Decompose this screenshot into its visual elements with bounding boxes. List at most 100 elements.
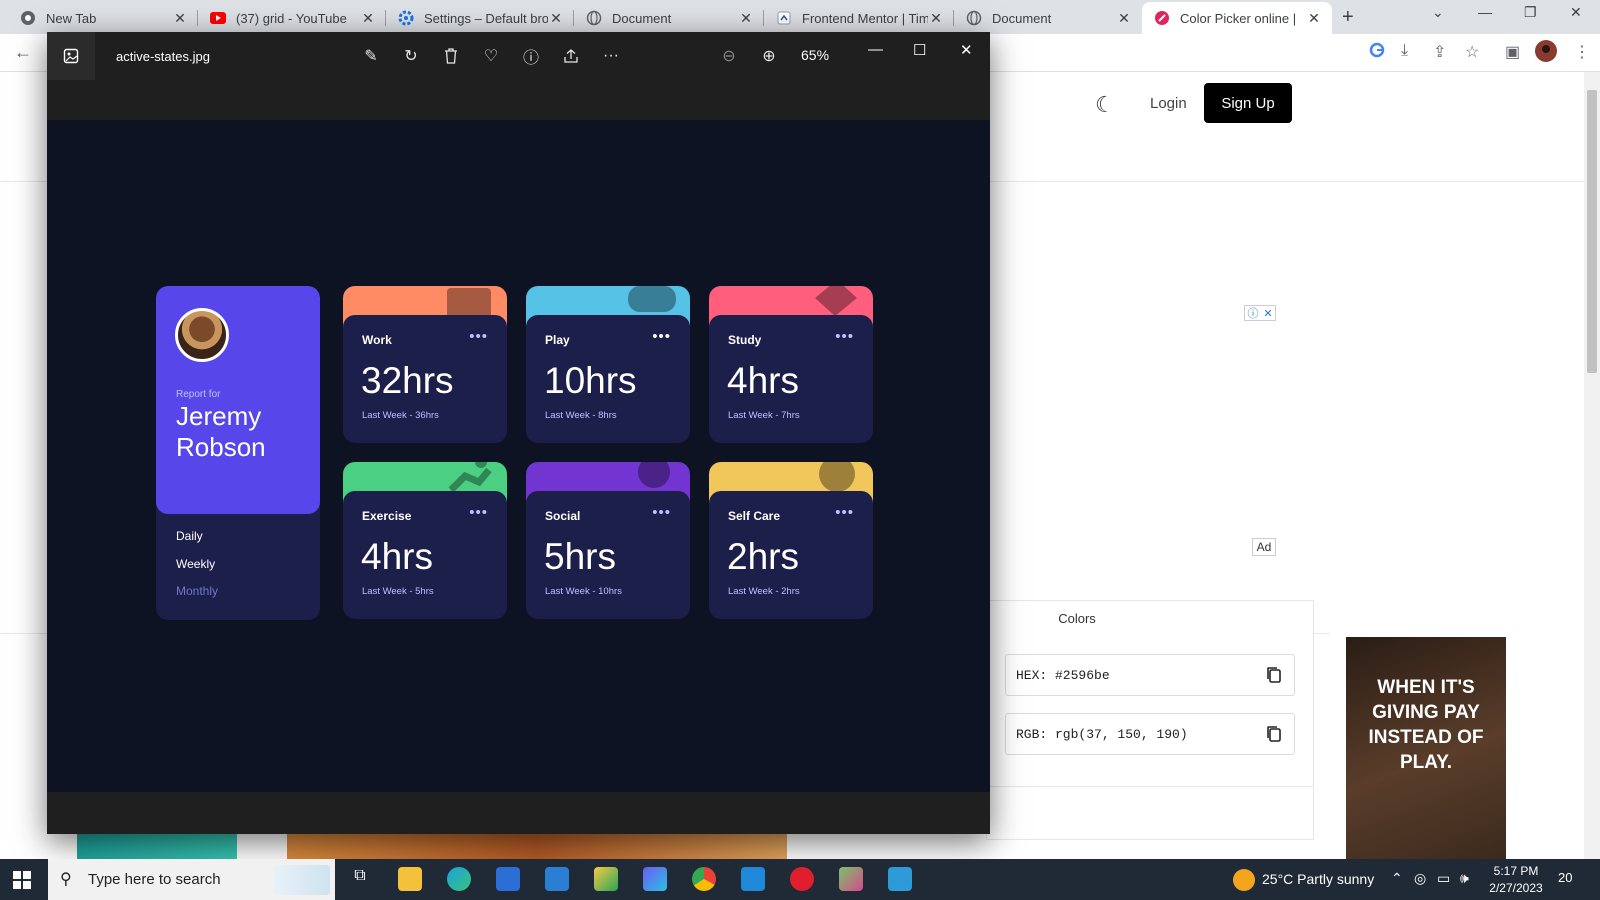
- vscode-icon[interactable]: [741, 867, 765, 891]
- rgb-value: RGB: rgb(37, 150, 190): [1016, 726, 1188, 742]
- activity-card-exercise[interactable]: Exercise ••• 4hrs Last Week - 5hrs: [343, 462, 507, 619]
- meet-icon[interactable]: ◎: [1414, 870, 1426, 887]
- tab-document[interactable]: Document ✕: [574, 2, 764, 34]
- card-label: Self Care: [728, 509, 781, 523]
- moon-icon[interactable]: ☾: [1095, 92, 1115, 118]
- period-daily[interactable]: Daily: [176, 529, 203, 543]
- tab-settings[interactable]: Settings – Default brow ✕: [386, 2, 574, 34]
- edge-icon[interactable]: [447, 867, 471, 891]
- close-icon[interactable]: ✕: [960, 41, 973, 59]
- ellipsis-menu-icon[interactable]: •••: [469, 328, 488, 345]
- chrome-taskbar-icon[interactable]: [692, 867, 716, 891]
- photos-app-icon[interactable]: [47, 32, 95, 80]
- period-monthly[interactable]: Monthly: [176, 584, 218, 598]
- activity-card-social[interactable]: Social ••• 5hrs Last Week - 10hrs: [526, 462, 690, 619]
- period-weekly[interactable]: Weekly: [176, 557, 215, 571]
- card-label: Social: [545, 509, 581, 523]
- activity-card-work[interactable]: Work ••• 32hrs Last Week - 36hrs: [343, 286, 507, 443]
- activity-card-self-care[interactable]: Self Care ••• 2hrs Last Week - 2hrs: [709, 462, 873, 619]
- activity-card-study[interactable]: Study ••• 4hrs Last Week - 7hrs: [709, 286, 873, 443]
- tab-frontend-mentor[interactable]: Frontend Mentor | Time ✕: [764, 2, 954, 34]
- copy-icon[interactable]: [1266, 666, 1282, 684]
- ellipsis-menu-icon[interactable]: •••: [652, 328, 671, 345]
- color-picker-icon: [1154, 10, 1170, 26]
- tab-color-picker[interactable]: Color Picker online | ✕: [1142, 2, 1332, 34]
- hex-value-field[interactable]: HEX: #2596be: [1005, 654, 1295, 696]
- share-icon[interactable]: ⇪: [1433, 42, 1446, 62]
- ad-choices-icon[interactable]: ⓘ ✕: [1244, 305, 1276, 321]
- rotate-icon[interactable]: ↻: [400, 45, 422, 67]
- copy-icon[interactable]: [1266, 725, 1282, 743]
- close-tab-icon[interactable]: ✕: [1116, 10, 1132, 27]
- globe-icon: [586, 10, 602, 26]
- profile-avatar-icon[interactable]: [1535, 40, 1557, 67]
- tab-new-tab[interactable]: New Tab ✕: [8, 2, 198, 34]
- edit-image-icon[interactable]: ✎: [360, 45, 382, 67]
- restore-icon[interactable]: ❐: [1524, 4, 1537, 21]
- show-hidden-icons-icon[interactable]: ⌃: [1391, 870, 1403, 887]
- notification-count[interactable]: 20: [1558, 870, 1572, 885]
- card-body: Work ••• 32hrs Last Week - 36hrs: [343, 315, 507, 443]
- weather-text[interactable]: 25°C Partly sunny: [1262, 871, 1374, 887]
- close-tab-icon[interactable]: ✕: [738, 10, 754, 27]
- card-label: Work: [362, 333, 392, 347]
- search-placeholder: Type here to search: [88, 871, 221, 888]
- close-tab-icon[interactable]: ✕: [360, 10, 376, 27]
- login-link[interactable]: Login: [1150, 95, 1187, 112]
- info-icon[interactable]: ⓘ: [520, 45, 542, 67]
- tab-youtube[interactable]: (37) grid - YouTube ✕: [198, 2, 386, 34]
- activity-card-play[interactable]: Play ••• 10hrs Last Week - 8hrs: [526, 286, 690, 443]
- side-panel-icon[interactable]: ▣: [1505, 42, 1520, 62]
- thumbnail-image[interactable]: [77, 833, 237, 859]
- ellipsis-menu-icon[interactable]: •••: [835, 328, 854, 345]
- store-icon[interactable]: [496, 867, 520, 891]
- taskbar-search-box[interactable]: ⚲ Type here to search: [48, 859, 335, 900]
- close-tab-icon[interactable]: ✕: [172, 10, 188, 27]
- volume-icon[interactable]: 🕪: [1460, 870, 1469, 887]
- maximize-icon[interactable]: ☐: [913, 41, 926, 59]
- ellipsis-menu-icon[interactable]: •••: [469, 504, 488, 521]
- sign-up-button[interactable]: Sign Up: [1204, 83, 1292, 123]
- bookmark-star-icon[interactable]: ☆: [1465, 42, 1479, 62]
- viewer-title-bar: active-states.jpg ✎ ↻ ♡ ⓘ ··· ⊖ ⊕ 65% — …: [47, 32, 990, 120]
- design-app-icon[interactable]: [839, 867, 863, 891]
- ellipsis-menu-icon[interactable]: •••: [652, 504, 671, 521]
- image-canvas[interactable]: Report for Jeremy Robson Daily Weekly Mo…: [47, 120, 990, 792]
- close-tab-icon[interactable]: ✕: [1306, 10, 1322, 27]
- battery-icon[interactable]: ▭: [1437, 870, 1450, 887]
- new-tab-button[interactable]: +: [1342, 6, 1354, 29]
- ellipsis-menu-icon[interactable]: •••: [835, 504, 854, 521]
- scrollbar-thumb[interactable]: [1587, 90, 1597, 373]
- close-tab-icon[interactable]: ✕: [548, 10, 564, 27]
- share-icon[interactable]: [560, 45, 582, 67]
- close-tab-icon[interactable]: ✕: [928, 10, 944, 27]
- sticky-app-icon[interactable]: [594, 867, 618, 891]
- menu-kebab-icon[interactable]: ⋮: [1574, 42, 1590, 62]
- more-options-icon[interactable]: ···: [600, 45, 622, 67]
- opera-icon[interactable]: [790, 867, 814, 891]
- favorite-heart-icon[interactable]: ♡: [480, 45, 502, 67]
- windows-start-icon[interactable]: [13, 871, 31, 889]
- minimize-icon[interactable]: —: [1478, 4, 1492, 20]
- task-view-icon[interactable]: ⧉: [348, 867, 372, 891]
- install-icon[interactable]: ⤓: [1401, 42, 1408, 60]
- minimize-icon[interactable]: —: [868, 41, 883, 58]
- zoom-out-icon[interactable]: ⊖: [718, 45, 740, 67]
- visual-app-icon[interactable]: [643, 867, 667, 891]
- thumbnail-image[interactable]: [287, 833, 787, 859]
- tab-search-icon[interactable]: ⌄: [1432, 4, 1444, 21]
- back-arrow-icon[interactable]: ←: [14, 42, 32, 63]
- rgb-value-field[interactable]: RGB: rgb(37, 150, 190): [1005, 713, 1295, 755]
- tab-document-2[interactable]: Document ✕: [954, 2, 1142, 34]
- system-clock[interactable]: 5:17 PM 2/27/2023: [1479, 863, 1553, 897]
- file-explorer-icon[interactable]: [398, 867, 422, 891]
- google-icon[interactable]: [1369, 42, 1385, 63]
- zoom-in-icon[interactable]: ⊕: [758, 45, 780, 67]
- photos-taskbar-icon[interactable]: [888, 867, 912, 891]
- zoom-level[interactable]: 65%: [801, 47, 829, 63]
- weather-sun-icon[interactable]: [1233, 869, 1255, 891]
- delete-icon[interactable]: [440, 45, 462, 67]
- ad-banner[interactable]: WHEN IT'S GIVING PAY INSTEAD OF PLAY.: [1346, 637, 1506, 859]
- mail-icon[interactable]: [545, 867, 569, 891]
- close-window-icon[interactable]: ✕: [1570, 4, 1582, 21]
